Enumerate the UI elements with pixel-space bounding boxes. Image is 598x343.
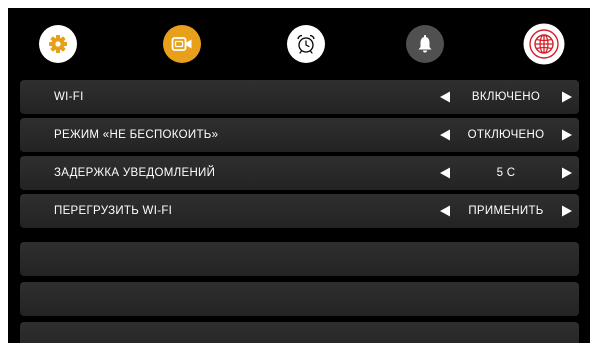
tab-video[interactable] [163, 25, 201, 63]
setting-row-notification-delay[interactable]: ЗАДЕРЖКА УВЕДОМЛЕНИЙ 5 С [20, 156, 579, 190]
alarm-clock-icon [295, 33, 317, 55]
value-selector: ВКЛЮЧЕНО [439, 80, 579, 114]
arrow-left-icon[interactable] [439, 205, 451, 217]
setting-row-wifi[interactable]: WI-FI ВКЛЮЧЕНО [20, 80, 579, 114]
tab-notifications[interactable] [406, 25, 444, 63]
setting-label: РЕЖИМ «НЕ БЕСПОКОИТЬ» [54, 129, 219, 141]
arrow-right-icon[interactable] [561, 205, 573, 217]
setting-row-restart-wifi[interactable]: ПЕРЕГРУЗИТЬ WI-FI ПРИМЕНИТЬ [20, 194, 579, 228]
empty-row [20, 242, 579, 276]
value-selector: ПРИМЕНИТЬ [439, 194, 579, 228]
tab-alarm-clock[interactable] [287, 25, 325, 63]
settings-screen: WI-FI ВКЛЮЧЕНО РЕЖИМ «НЕ БЕСПОКОИТЬ» ОТК… [8, 8, 590, 343]
top-tab-bar [8, 8, 590, 80]
arrow-right-icon[interactable] [561, 129, 573, 141]
arrow-left-icon[interactable] [439, 91, 451, 103]
setting-value: 5 С [496, 167, 516, 179]
arrow-left-icon[interactable] [439, 167, 451, 179]
setting-label: WI-FI [54, 91, 84, 103]
setting-label: ПЕРЕГРУЗИТЬ WI-FI [54, 205, 173, 217]
value-selector: ОТКЛЮЧЕНО [439, 118, 579, 152]
tab-general-settings[interactable] [39, 25, 77, 63]
arrow-right-icon[interactable] [561, 167, 573, 179]
gear-icon [48, 34, 68, 54]
setting-value: ВКЛЮЧЕНО [471, 91, 541, 103]
globe-icon [529, 29, 559, 59]
arrow-right-icon[interactable] [561, 91, 573, 103]
setting-row-do-not-disturb[interactable]: РЕЖИМ «НЕ БЕСПОКОИТЬ» ОТКЛЮЧЕНО [20, 118, 579, 152]
setting-label: ЗАДЕРЖКА УВЕДОМЛЕНИЙ [54, 167, 216, 179]
empty-row [20, 322, 579, 343]
setting-value: ОТКЛЮЧЕНО [467, 129, 545, 141]
tab-network[interactable] [525, 25, 563, 63]
setting-value: ПРИМЕНИТЬ [468, 205, 544, 217]
empty-row [20, 282, 579, 316]
value-selector: 5 С [439, 156, 579, 190]
arrow-left-icon[interactable] [439, 129, 451, 141]
bell-icon [417, 34, 433, 54]
video-camera-icon [171, 36, 193, 52]
